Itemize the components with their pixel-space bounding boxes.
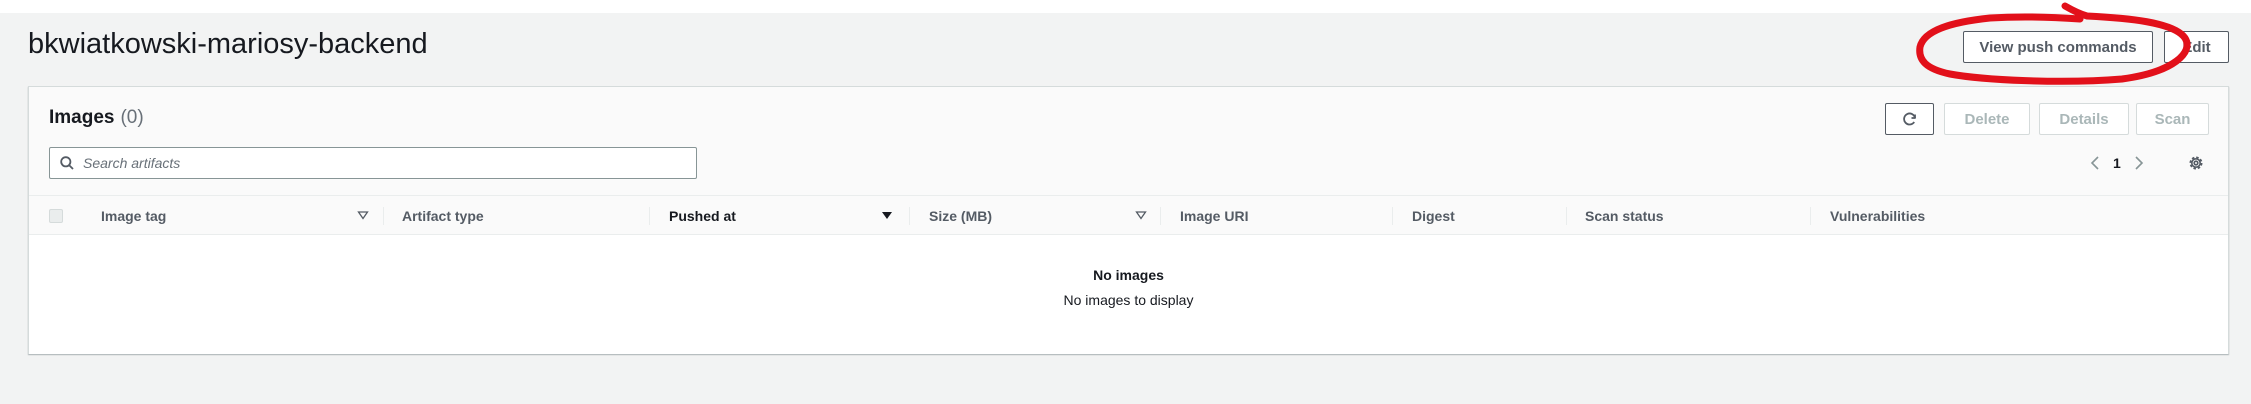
column-vulnerabilities[interactable]: Vulnerabilities xyxy=(1830,196,1925,236)
column-separator xyxy=(1160,207,1161,225)
page-title: bkwiatkowski-mariosy-backend xyxy=(28,28,428,60)
top-strip xyxy=(0,0,2251,13)
pagination: 1 xyxy=(2089,149,2145,177)
details-button[interactable]: Details xyxy=(2039,103,2129,135)
refresh-icon xyxy=(1902,112,1916,126)
column-separator xyxy=(1566,207,1567,225)
settings-gear-icon xyxy=(2189,156,2203,170)
column-image-uri[interactable]: Image URI xyxy=(1180,196,1248,236)
view-push-commands-button[interactable]: View push commands xyxy=(1963,31,2153,63)
images-panel: Images (0) Delete Details Scan 1 xyxy=(28,86,2229,354)
select-all-checkbox[interactable] xyxy=(49,209,63,223)
column-separator xyxy=(909,207,910,225)
table-header: Image tag Artifact type Pushed at Size (… xyxy=(29,195,2228,235)
images-heading-label: Images xyxy=(49,107,115,128)
column-separator xyxy=(1810,207,1811,225)
sort-both-icon[interactable] xyxy=(1135,209,1147,221)
refresh-button[interactable] xyxy=(1885,103,1934,135)
edit-button[interactable]: Edit xyxy=(2164,31,2229,63)
delete-button[interactable]: Delete xyxy=(1944,103,2030,135)
images-count: (0) xyxy=(120,107,144,128)
search-icon xyxy=(60,156,74,170)
column-digest[interactable]: Digest xyxy=(1412,196,1455,236)
empty-state-message: No images to display xyxy=(1063,292,1194,308)
table-settings-button[interactable] xyxy=(2184,151,2208,175)
page-number[interactable]: 1 xyxy=(2113,155,2121,171)
column-separator xyxy=(1392,207,1393,225)
images-heading: Images (0) xyxy=(49,107,144,129)
sort-down-icon[interactable] xyxy=(881,209,893,221)
empty-state-title: No images xyxy=(1093,267,1164,283)
column-image-tag[interactable]: Image tag xyxy=(101,196,166,236)
column-separator xyxy=(383,207,384,225)
sort-both-icon[interactable] xyxy=(357,209,369,221)
chevron-right-icon[interactable] xyxy=(2133,155,2145,171)
column-size-mb[interactable]: Size (MB) xyxy=(929,196,992,236)
column-pushed-at[interactable]: Pushed at xyxy=(669,196,736,236)
search-input[interactable] xyxy=(83,155,663,171)
column-separator xyxy=(649,207,650,225)
chevron-left-icon[interactable] xyxy=(2089,155,2101,171)
scan-button[interactable]: Scan xyxy=(2136,103,2209,135)
search-field[interactable] xyxy=(49,147,697,179)
column-scan-status[interactable]: Scan status xyxy=(1585,196,1664,236)
column-artifact-type[interactable]: Artifact type xyxy=(402,196,484,236)
